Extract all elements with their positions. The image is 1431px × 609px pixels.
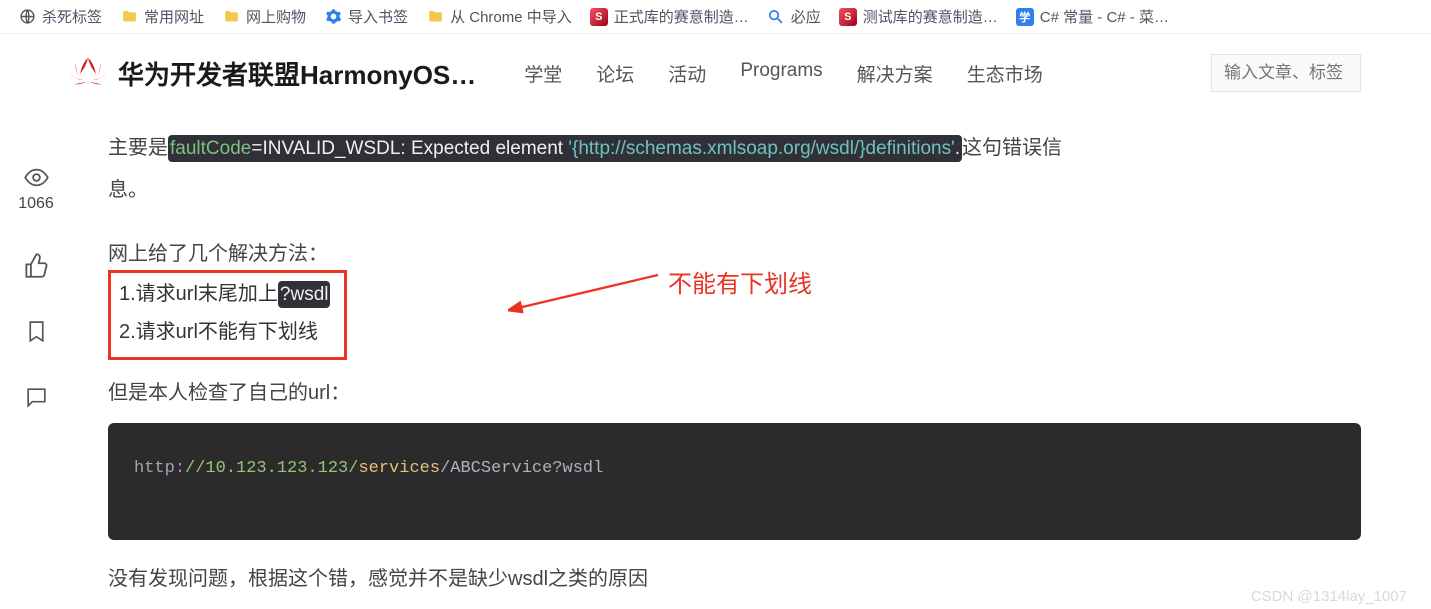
folder-icon [120,8,138,26]
bookmark-icon [22,317,50,345]
site-header: 华为开发者联盟HarmonyOS… 学堂 论坛 活动 Programs 解决方案… [0,34,1431,103]
bookmark-label: 网上购物 [246,6,306,27]
nav-link-activity[interactable]: 活动 [668,60,706,87]
bookmark-bing[interactable]: 必应 [767,6,821,27]
bookmark-label: 常用网址 [144,6,204,27]
bookmark-prod-saiyi[interactable]: 正式库的赛意制造… [590,6,749,27]
error-code-chip: faultCode=INVALID_WSDL: Expected element… [168,135,962,162]
nav-link-programs[interactable]: Programs [740,60,822,87]
bookmark-import[interactable]: 导入书签 [324,6,408,27]
bookmark-common[interactable]: 常用网址 [120,6,204,27]
s-icon [590,8,608,26]
solution-1: 1.请求url末尾加上?wsdl [119,275,330,313]
bookmark-label: 必应 [791,6,821,27]
bookmark-csharp[interactable]: 学 C# 常量 - C# - 菜… [1016,6,1169,27]
tutorial-icon: 学 [1016,8,1034,26]
folder-icon [426,8,444,26]
search-icon [767,8,785,26]
site-logo-block[interactable]: 华为开发者联盟HarmonyOS… [70,55,476,92]
views-count: 1066 [18,195,54,213]
bookmark-label: 测试库的赛意制造… [863,6,998,27]
para-suffix-a: 这句错误信 [962,137,1062,159]
bookmark-chrome-import[interactable]: 从 Chrome 中导入 [426,6,572,27]
error-description: 主要是faultCode=INVALID_WSDL: Expected elem… [108,127,1371,211]
folder-icon [222,8,240,26]
annotation-arrow-icon [508,270,668,330]
bookmark-label: 导入书签 [348,6,408,27]
rail-bookmark[interactable] [22,317,50,345]
bookmark-label: 正式库的赛意制造… [614,6,749,27]
code-block: http://10.123.123.123/services/ABCServic… [108,423,1361,540]
after-box-text: 但是本人检查了自己的url： [108,376,1371,405]
bookmarks-bar: 杀死标签 常用网址 网上购物 导入书签 从 Chrome 中导入 正式库的赛意制… [0,0,1431,34]
thumb-up-icon [22,251,50,279]
solutions-heading: 网上给了几个解决方法： [108,237,1371,266]
bookmark-label: C# 常量 - C# - 菜… [1040,6,1169,27]
annotation-text: 不能有下划线 [668,264,812,299]
comment-icon [22,383,50,411]
article-content: 主要是faultCode=INVALID_WSDL: Expected elem… [72,123,1431,591]
gear-icon [324,8,342,26]
huawei-logo-icon [70,58,106,88]
bookmark-shopping[interactable]: 网上购物 [222,6,306,27]
watermark: CSDN @1314lay_1007 [1251,588,1407,605]
para-prefix: 主要是 [108,137,168,159]
rail-views[interactable]: 1066 [18,163,54,213]
bookmark-label: 从 Chrome 中导入 [450,6,572,27]
nav-link-forum[interactable]: 论坛 [596,60,634,87]
bookmark-kill-tab[interactable]: 杀死标签 [18,6,102,27]
eye-icon [22,163,50,191]
globe-icon [18,8,36,26]
search-input[interactable] [1211,54,1361,92]
rail-like[interactable] [22,251,50,279]
para-suffix-b: 息。 [108,179,148,201]
wsdl-chip: ?wsdl [278,281,331,308]
nav-link-school[interactable]: 学堂 [524,60,562,87]
annotated-solutions: 1.请求url末尾加上?wsdl 2.请求url不能有下划线 不能有下划线 [108,270,1371,360]
bookmark-label: 杀死标签 [42,6,102,27]
bottom-line: 没有发现问题，根据这个错，感觉并不是缺少wsdl之类的原因 [108,562,1371,591]
nav-link-solutions[interactable]: 解决方案 [857,60,933,87]
left-rail: 1066 [0,123,72,591]
s-icon [839,8,857,26]
site-title: 华为开发者联盟HarmonyOS… [118,55,476,92]
nav-links: 学堂 论坛 活动 Programs 解决方案 生态市场 [524,60,1042,87]
rail-comment[interactable] [22,383,50,411]
nav-link-ecomarket[interactable]: 生态市场 [967,60,1043,87]
solutions-box: 1.请求url末尾加上?wsdl 2.请求url不能有下划线 [108,270,347,360]
bookmark-test-saiyi[interactable]: 测试库的赛意制造… [839,6,998,27]
solution-2: 2.请求url不能有下划线 [119,313,330,351]
